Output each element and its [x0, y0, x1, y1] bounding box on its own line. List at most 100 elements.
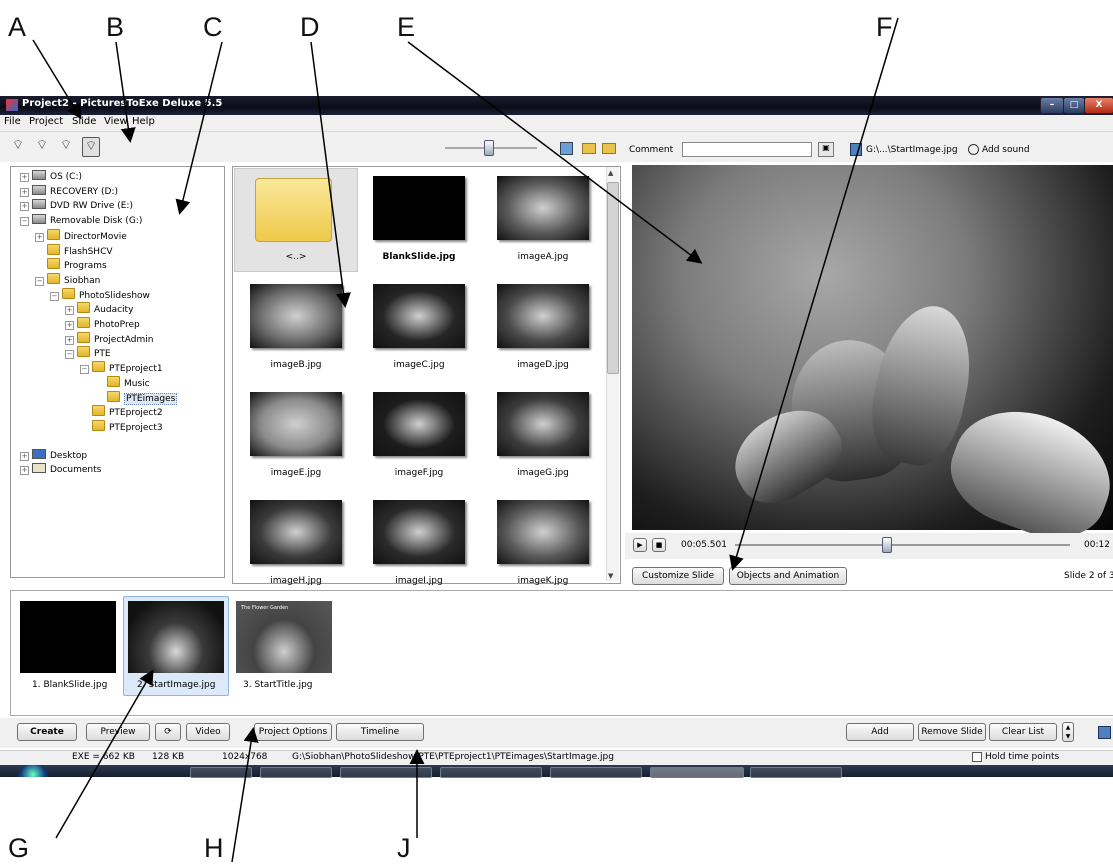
objects-animation-button[interactable]: Objects and Animation [729, 567, 847, 585]
menu-help[interactable]: Help [132, 116, 155, 127]
close-button[interactable]: X [1084, 97, 1113, 114]
taskbar-button[interactable] [550, 767, 642, 778]
video-button[interactable]: Video [186, 723, 230, 741]
menu-file[interactable]: File [4, 116, 21, 127]
thumbnail-label[interactable]: BlankSlide.jpg [359, 252, 479, 262]
tree-item[interactable]: PTEimages [95, 390, 178, 405]
tree-item[interactable]: − PTEproject1 [80, 361, 163, 375]
view-mode-3-icon[interactable]: ⌔ [58, 137, 74, 155]
menu-slide[interactable]: Slide [72, 116, 96, 127]
folder-up-icon[interactable] [602, 143, 616, 154]
expand-icon[interactable]: + [65, 306, 74, 316]
create-button[interactable]: Create [17, 723, 77, 741]
image-thumb[interactable] [250, 392, 342, 456]
tree-item[interactable]: PTEproject3 [80, 419, 163, 434]
expand-icon[interactable]: + [35, 232, 44, 242]
collapse-icon[interactable]: − [80, 365, 89, 375]
collapse-icon[interactable]: − [50, 291, 59, 301]
expand-icon[interactable]: + [20, 451, 29, 461]
thumbnail-label[interactable]: imageI.jpg [359, 576, 479, 586]
tree-item[interactable]: FlashSHCV [35, 243, 113, 258]
collapse-icon[interactable]: − [35, 276, 44, 286]
view-mode-4-icon[interactable]: ⌔ [82, 137, 100, 157]
expand-icon[interactable]: + [65, 321, 74, 330]
slide-3-label[interactable]: 3. StartTitle.jpg [243, 680, 313, 690]
image-thumb[interactable] [497, 284, 589, 348]
slide-3-thumb[interactable] [236, 601, 332, 673]
tree-item[interactable]: + ProjectAdmin [65, 331, 153, 346]
remove-slide-button[interactable]: Remove Slide [918, 723, 986, 741]
scroll-down-icon[interactable]: ▼ [608, 572, 613, 580]
tree-item[interactable]: + Documents [20, 463, 101, 477]
image-thumb[interactable] [497, 500, 589, 564]
image-thumb[interactable] [373, 284, 465, 348]
tree-item[interactable]: + OS (C:) [20, 170, 82, 184]
thumbnail-scrollbar-thumb[interactable] [607, 182, 619, 374]
slide-1-thumb[interactable] [20, 601, 116, 673]
stop-button[interactable]: ■ [652, 538, 666, 552]
thumbnail-label[interactable]: imageF.jpg [359, 468, 479, 478]
thumbnail-label[interactable]: <..> [236, 252, 356, 262]
tree-item[interactable]: + Audacity [65, 302, 133, 316]
tree-item[interactable]: + PhotoPrep [65, 317, 140, 331]
tree-item[interactable]: − Removable Disk (G:) [20, 214, 142, 228]
collapse-icon[interactable]: − [20, 217, 29, 227]
play-button[interactable]: ▶ [633, 538, 647, 552]
taskbar-button[interactable] [340, 767, 432, 778]
thumbnail-label[interactable]: imageD.jpg [483, 360, 603, 370]
expand-icon[interactable]: + [65, 335, 74, 345]
expand-icon[interactable]: + [20, 202, 29, 212]
hold-time-points-checkbox[interactable] [972, 752, 982, 762]
thumbnail-label[interactable]: imageA.jpg [483, 252, 603, 262]
folder-open-icon[interactable] [582, 143, 596, 154]
hold-time-points-label[interactable]: Hold time points [985, 752, 1059, 762]
timeline-button[interactable]: Timeline [336, 723, 424, 741]
customize-slide-button[interactable]: Customize Slide [632, 567, 724, 585]
tree-item[interactable]: + DirectorMovie [35, 228, 127, 243]
scroll-up-icon[interactable]: ▲ [608, 169, 613, 177]
preview-button[interactable]: Preview [86, 723, 150, 741]
image-thumb[interactable] [497, 176, 589, 240]
image-thumb[interactable] [250, 284, 342, 348]
taskbar-button[interactable] [440, 767, 542, 778]
tree-item[interactable]: − PTE [65, 346, 111, 360]
taskbar-button[interactable] [260, 767, 332, 778]
image-thumb[interactable] [250, 500, 342, 564]
comment-edit-icon[interactable]: ▣ [818, 142, 834, 157]
refresh-icon[interactable] [560, 142, 573, 155]
taskbar-button[interactable] [190, 767, 252, 778]
image-path[interactable]: G:\...\StartImage.jpg [866, 145, 958, 155]
view-toggle-icon[interactable] [1098, 726, 1111, 739]
menu-view[interactable]: View [104, 116, 128, 127]
image-thumb[interactable] [373, 500, 465, 564]
comment-input[interactable] [682, 142, 812, 157]
expand-icon[interactable]: + [20, 187, 29, 197]
maximize-button[interactable]: □ [1063, 97, 1085, 114]
tree-item[interactable]: − PhotoSlideshow [50, 287, 150, 302]
expand-icon[interactable]: + [20, 173, 29, 182]
tree-item[interactable]: + RECOVERY (D:) [20, 184, 118, 199]
thumbnail-label[interactable]: imageK.jpg [483, 576, 603, 586]
start-orb-icon[interactable] [18, 765, 48, 777]
collapse-icon[interactable]: − [65, 350, 74, 360]
thumbnail-label[interactable]: imageC.jpg [359, 360, 479, 370]
clear-list-button[interactable]: Clear List [989, 723, 1057, 741]
tree-item[interactable]: + DVD RW Drive (E:) [20, 199, 133, 213]
tree-item[interactable]: Music [95, 375, 150, 390]
expand-icon[interactable]: + [20, 466, 29, 476]
thumbnail-label[interactable]: imageE.jpg [236, 468, 356, 478]
thumb-size-slider-handle[interactable] [484, 140, 494, 156]
thumbnail-label[interactable]: imageH.jpg [236, 576, 356, 586]
repeat-button[interactable]: ⟳ [155, 723, 181, 741]
timeline-track[interactable] [735, 544, 1070, 546]
thumbnail-label[interactable]: imageG.jpg [483, 468, 603, 478]
minimize-button[interactable]: – [1040, 97, 1064, 114]
project-options-button[interactable]: Project Options [254, 723, 332, 741]
timeline-handle[interactable] [881, 537, 892, 553]
taskbar-button[interactable] [750, 767, 842, 778]
tree-item[interactable]: PTEproject2 [80, 405, 163, 419]
menu-project[interactable]: Project [29, 116, 63, 127]
slide-2-label[interactable]: 2. StartImage.jpg [137, 680, 215, 690]
tree-item[interactable]: − Siobhan [35, 272, 100, 287]
slide-2-thumb[interactable] [128, 601, 224, 673]
